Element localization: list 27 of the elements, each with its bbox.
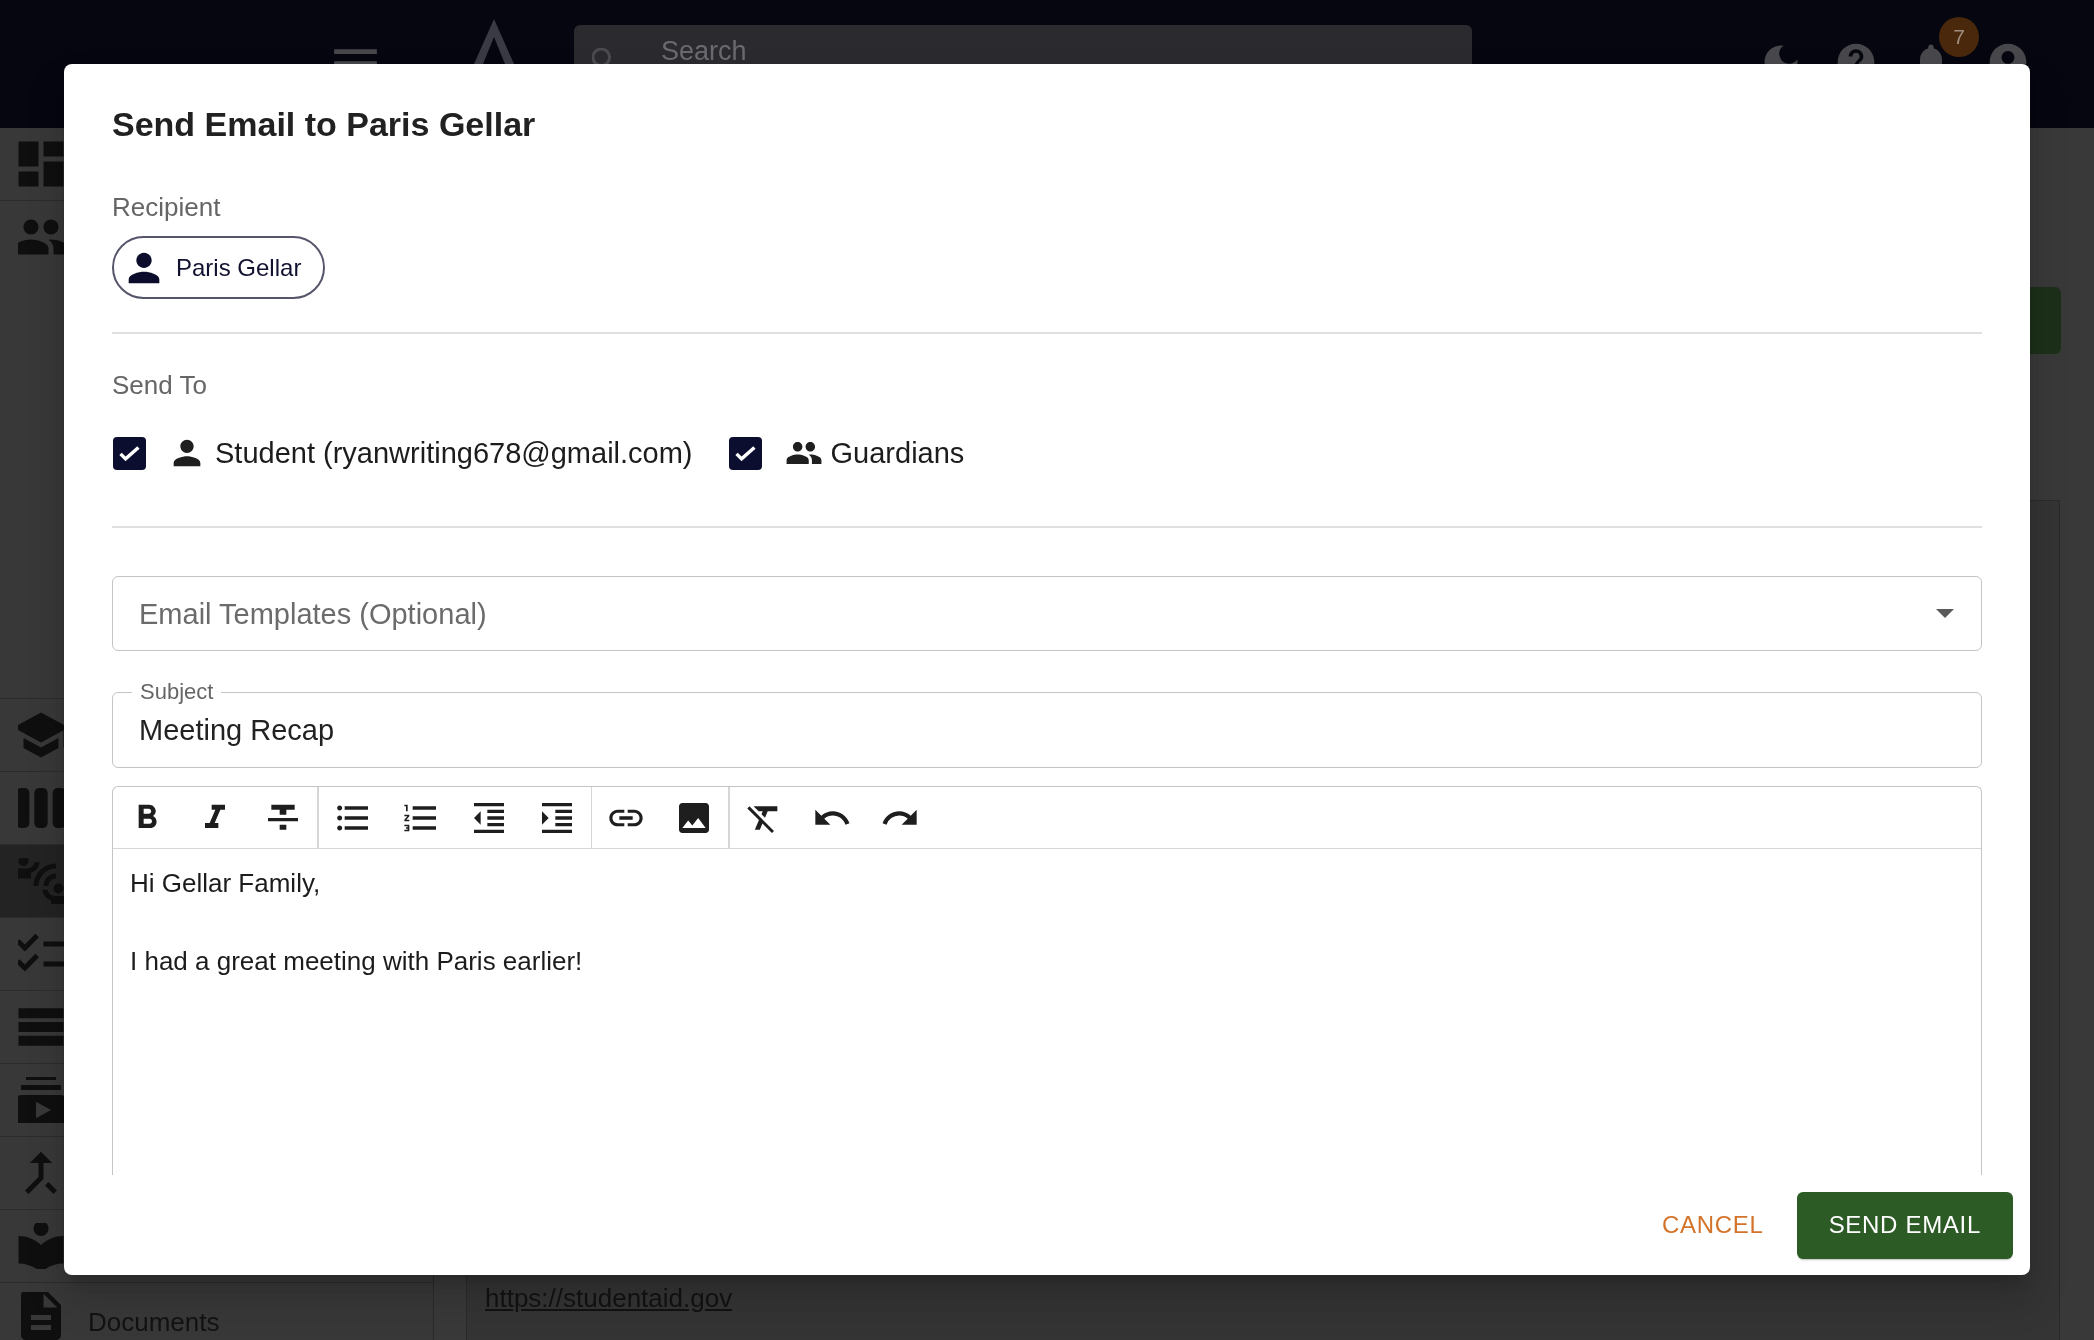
dashboard-icon <box>18 141 64 187</box>
document-icon <box>18 1292 64 1340</box>
person-signal-icon <box>18 858 64 904</box>
columns-icon <box>18 785 64 831</box>
menu-icon[interactable] <box>334 49 377 64</box>
field-label: Send To <box>112 369 207 401</box>
dropdown-caret-icon <box>1936 609 1954 618</box>
reader-book-icon <box>18 1223 64 1269</box>
editor-body[interactable]: Hi Gellar Family, I had a great meeting with Paris earlier! <box>113 849 1981 1175</box>
send-email-button[interactable]: SEND EMAIL <box>1796 1191 2013 1259</box>
checkbox[interactable] <box>113 436 146 470</box>
checkbox-label[interactable]: Guardians <box>830 435 965 471</box>
checkbox[interactable] <box>728 436 762 470</box>
check-icon <box>734 445 756 461</box>
dialog-title: Send Email to Paris Gellar <box>112 104 536 145</box>
body-paragraph: Hi Gellar Family, <box>130 867 321 900</box>
template-select[interactable]: Email Templates (Optional) <box>112 576 1982 651</box>
checkbox-label[interactable]: Student (ryanwriting678@gmail.com) <box>215 435 693 471</box>
body-paragraph: I had a great meeting with Paris earlier! <box>130 945 583 978</box>
notification-badge: 7 <box>1939 17 1979 57</box>
check-icon <box>119 445 140 461</box>
recipient-name: Paris Gellar <box>176 252 302 283</box>
graduation-cap-icon <box>18 712 64 758</box>
field-label: Recipient <box>112 191 221 223</box>
sidebar-item[interactable] <box>0 845 64 917</box>
peak-logo[interactable] <box>474 19 514 64</box>
video-playlist-icon <box>18 1077 64 1123</box>
